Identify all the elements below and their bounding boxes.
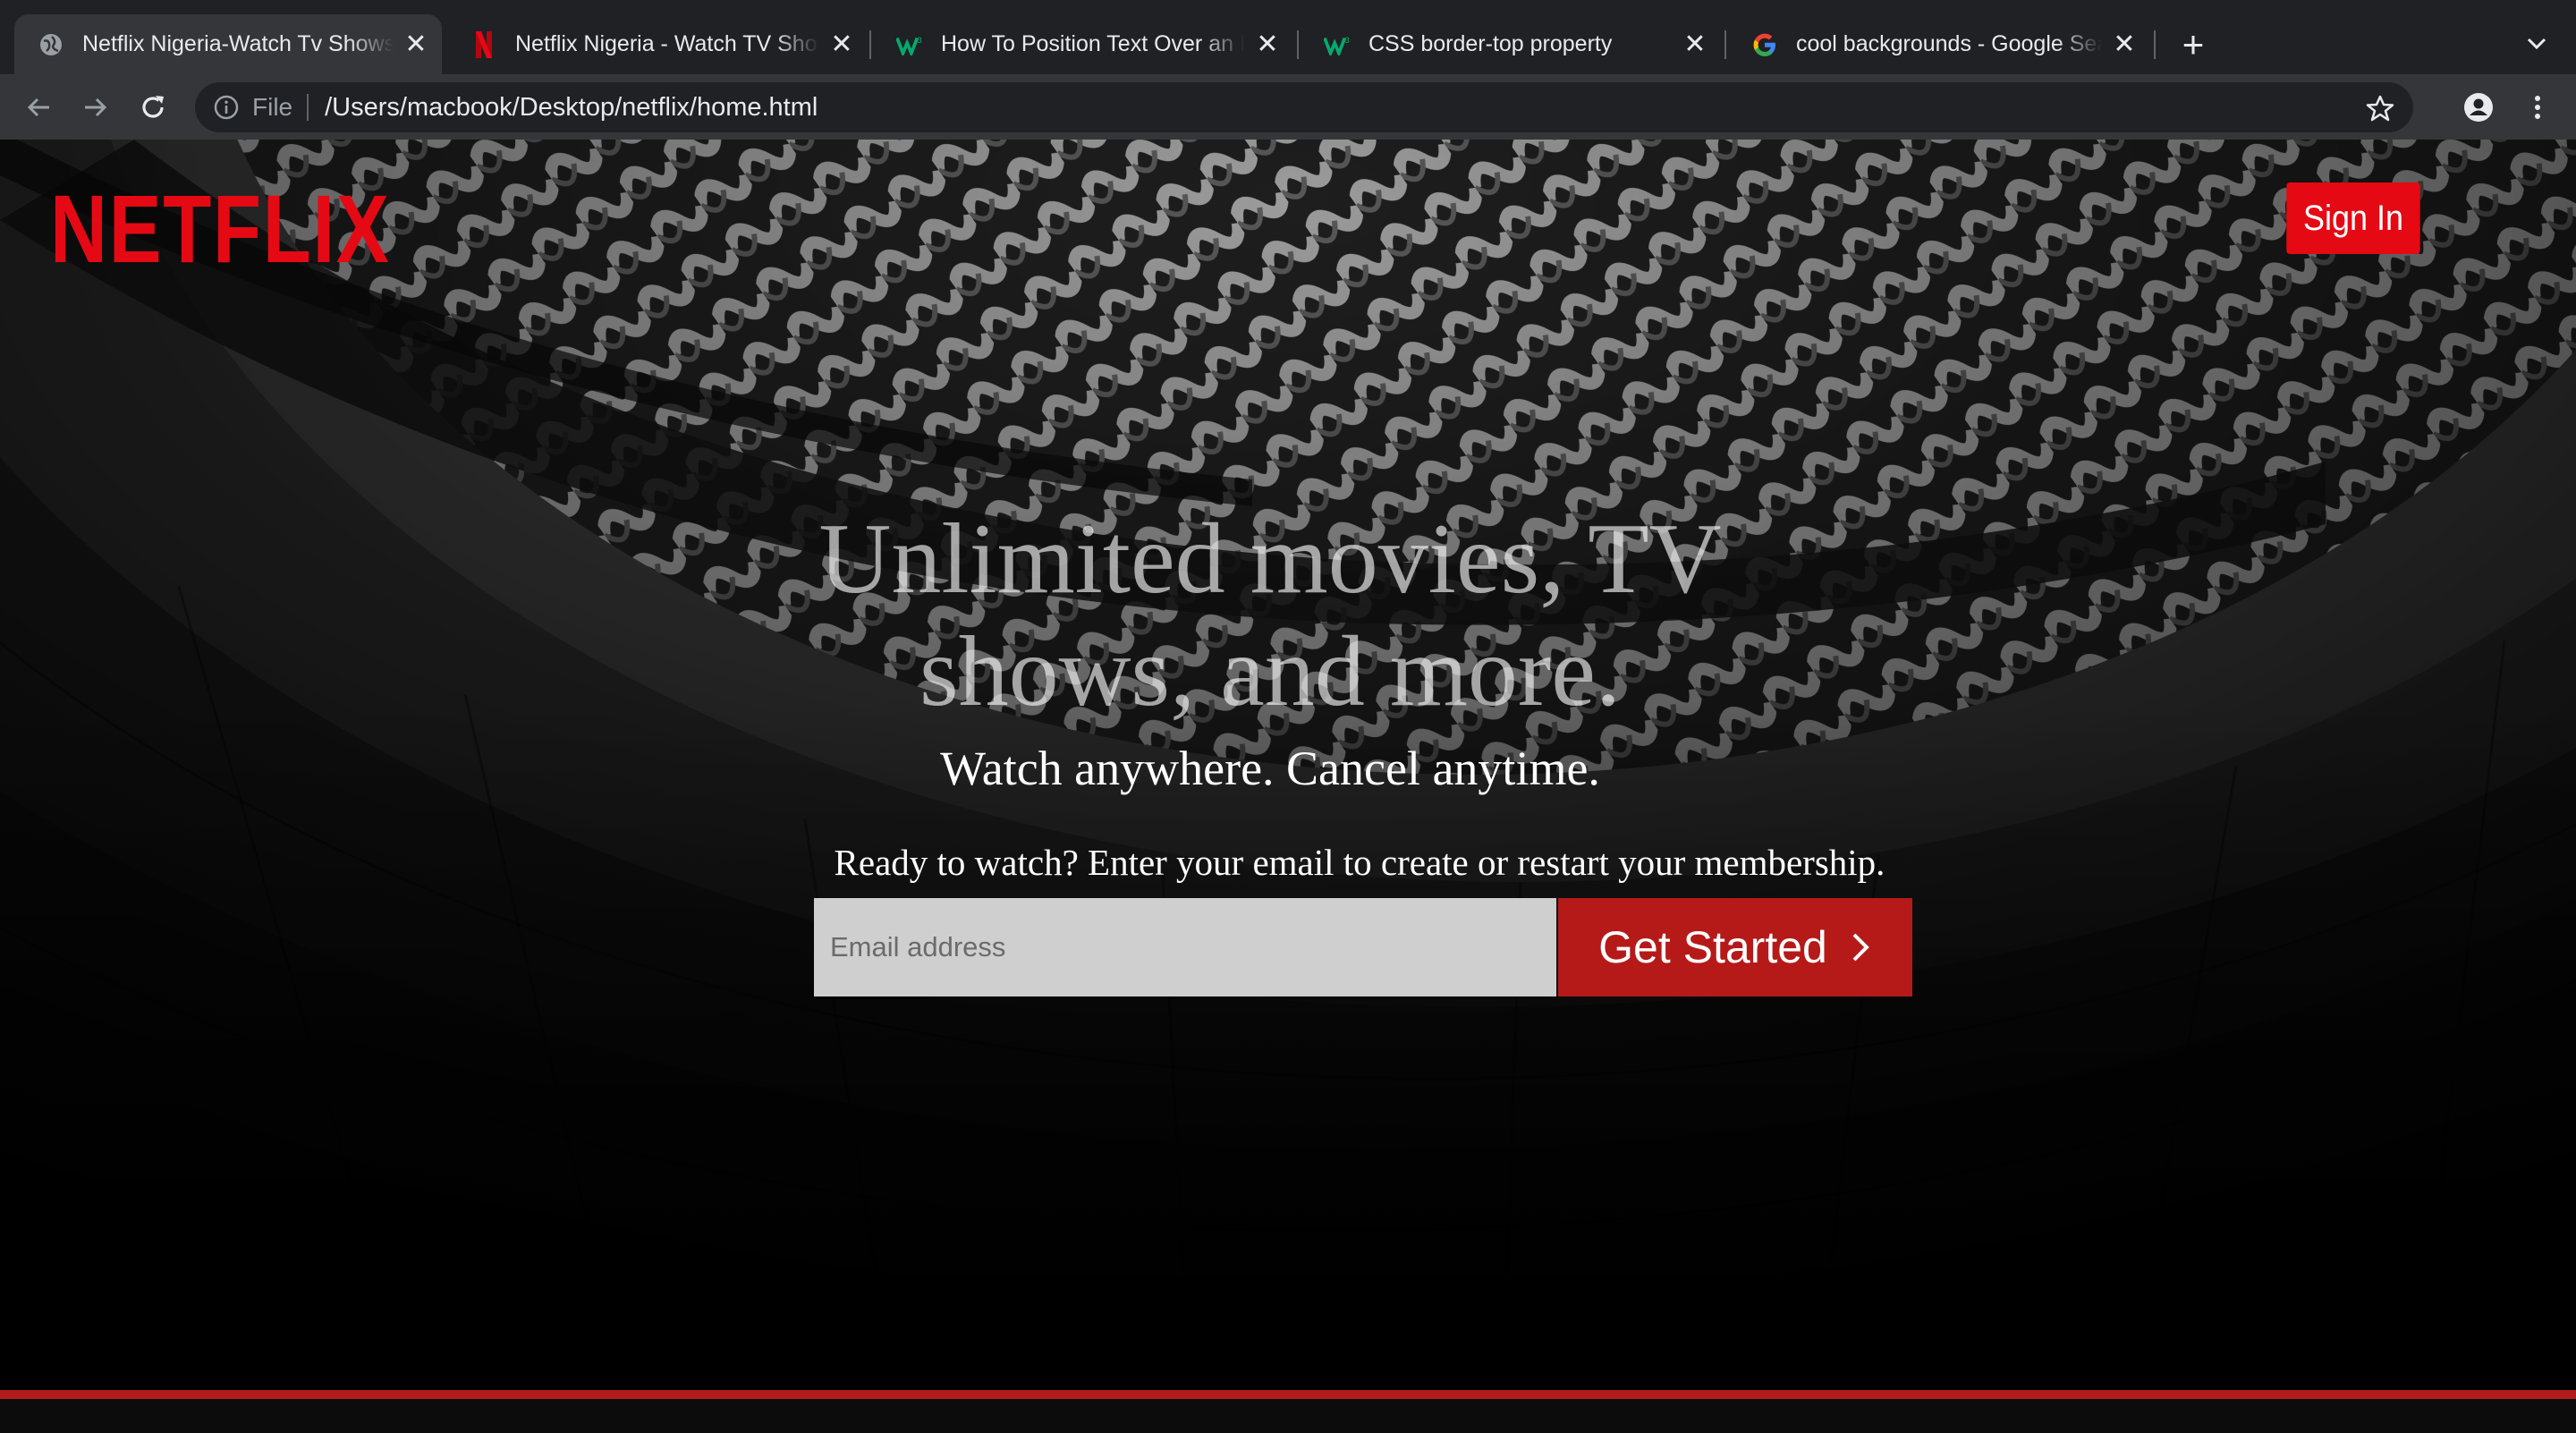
email-signup-form: Email address Get Started xyxy=(814,898,1912,996)
get-started-button[interactable]: Get Started xyxy=(1558,898,1912,996)
tab-title: cool backgrounds - Google Search xyxy=(1796,31,2102,56)
get-started-label: Get Started xyxy=(1598,922,1827,972)
hero-title: Unlimited movies, TV shows, and more. xyxy=(818,504,1722,727)
hero-cta-text: Ready to watch? Enter your email to crea… xyxy=(834,842,1885,883)
chevron-down-icon[interactable] xyxy=(2521,27,2553,59)
new-tab-button[interactable]: + xyxy=(2174,25,2213,64)
tab-netflix-home[interactable]: Netflix Nigeria-Watch Tv Shows Online ✕ xyxy=(14,14,442,74)
w3schools-icon: 3 xyxy=(896,31,923,58)
menu-icon[interactable] xyxy=(2521,90,2555,124)
w3schools-icon: 3 xyxy=(1324,31,1351,58)
google-icon xyxy=(1751,31,1778,58)
forward-button[interactable] xyxy=(79,90,113,124)
profile-icon[interactable] xyxy=(2462,90,2496,124)
star-icon[interactable] xyxy=(2365,93,2395,123)
tab-separator xyxy=(1297,30,1299,59)
close-icon[interactable]: ✕ xyxy=(1254,30,1281,59)
close-icon[interactable]: ✕ xyxy=(2111,30,2138,59)
tab-title: CSS border-top property xyxy=(1368,31,1613,56)
section-divider xyxy=(0,1390,2576,1399)
close-icon[interactable]: ✕ xyxy=(1682,30,1708,59)
tab-google-search[interactable]: cool backgrounds - Google Search ✕ xyxy=(1728,14,2150,74)
tab-separator xyxy=(1724,30,1726,59)
svg-text:3: 3 xyxy=(917,36,921,45)
netflix-logo[interactable]: NETFLIX xyxy=(50,181,390,277)
tab-title: Netflix Nigeria - Watch TV Shows Online xyxy=(515,31,819,56)
back-button[interactable] xyxy=(21,90,55,124)
tab-title: Netflix Nigeria-Watch Tv Shows Online xyxy=(82,31,394,56)
sign-in-button[interactable]: Sign In xyxy=(2286,182,2420,254)
chevron-right-icon xyxy=(1852,933,1869,962)
close-icon[interactable]: ✕ xyxy=(402,30,429,59)
url-text[interactable]: /Users/macbook/Desktop/netflix/home.html xyxy=(325,93,818,123)
tab-strip: Netflix Nigeria-Watch Tv Shows Online ✕ … xyxy=(0,0,2576,74)
tab-netflix-nigeria[interactable]: Netflix Nigeria - Watch TV Shows Online … xyxy=(447,14,868,74)
svg-text:3: 3 xyxy=(1344,36,1349,45)
hero-subtitle: Watch anywhere. Cancel anytime. xyxy=(940,742,1600,795)
address-bar[interactable]: File /Users/macbook/Desktop/netflix/home… xyxy=(195,82,2413,132)
globe-icon xyxy=(38,31,64,58)
divider xyxy=(307,94,309,121)
tab-css-border-top[interactable]: 3 CSS border-top property ✕ xyxy=(1301,14,1721,74)
url-scheme: File xyxy=(252,93,293,121)
info-icon[interactable] xyxy=(213,94,240,121)
netflix-icon xyxy=(470,30,497,58)
tab-position-text[interactable]: 3 How To Position Text Over an Image ✕ xyxy=(873,14,1293,74)
reload-button[interactable] xyxy=(136,90,170,124)
close-icon[interactable]: ✕ xyxy=(828,30,855,59)
tab-title: How To Position Text Over an Image xyxy=(941,31,1245,56)
tab-separator xyxy=(2154,30,2156,59)
email-field[interactable]: Email address xyxy=(814,898,1556,996)
tab-separator xyxy=(869,30,871,59)
netflix-landing-page: NETFLIX Sign In Unlimited movies, TV sho… xyxy=(0,140,2576,1433)
